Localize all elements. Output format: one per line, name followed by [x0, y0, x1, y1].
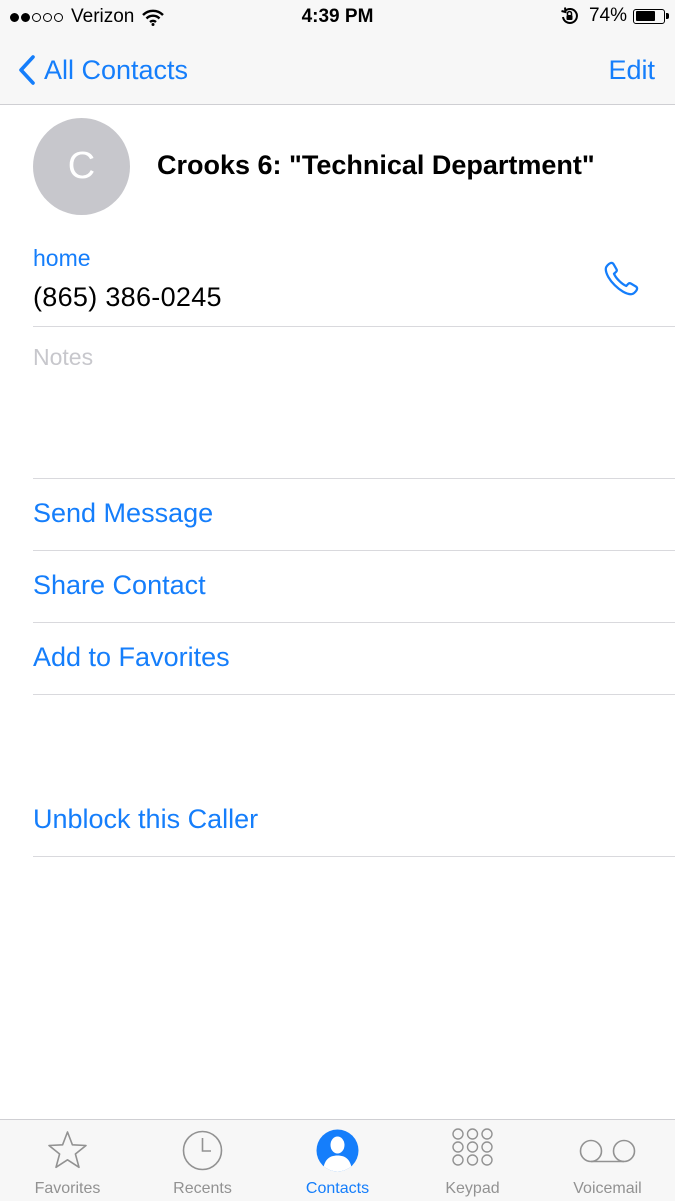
phone-label: home: [33, 245, 91, 271]
divider: [33, 856, 675, 857]
tab-label: Favorites: [34, 1180, 101, 1197]
tab-keypad[interactable]: Keypad: [405, 1120, 540, 1201]
tab-label: Keypad: [445, 1180, 500, 1197]
tab-contacts[interactable]: Contacts: [270, 1120, 405, 1201]
navigation-bar: All Contacts Edit: [0, 36, 675, 105]
voicemail-icon: [579, 1139, 636, 1163]
divider: [33, 622, 675, 623]
battery-percent: 74%: [588, 5, 627, 26]
star-icon: [48, 1131, 87, 1169]
avatar: C: [33, 118, 130, 215]
tab-favorites[interactable]: Favorites: [0, 1120, 135, 1201]
tab-recents[interactable]: Recents: [135, 1120, 270, 1201]
add-to-favorites-button[interactable]: Add to Favorites: [33, 642, 230, 673]
share-contact-button[interactable]: Share Contact: [33, 570, 206, 601]
back-button[interactable]: All Contacts: [18, 36, 188, 104]
rotation-lock-icon: [561, 7, 578, 24]
edit-button[interactable]: Edit: [608, 36, 655, 104]
chevron-left-icon: [19, 55, 35, 85]
divider: [33, 694, 675, 695]
tab-bar: Favorites Recents Contacts Keypad Voicem…: [0, 1119, 675, 1201]
contact-name: Crooks 6: "Technical Department": [157, 150, 595, 180]
clock-icon: [182, 1130, 223, 1171]
divider: [33, 326, 675, 327]
battery-icon: [633, 8, 669, 24]
send-message-button[interactable]: Send Message: [33, 498, 213, 529]
tab-label: Contacts: [305, 1180, 370, 1197]
person-icon: [316, 1129, 359, 1172]
battery-fill: [635, 11, 656, 21]
status-right: 74%: [559, 5, 669, 27]
status-bar: Verizon 4:39 PM 74%: [0, 0, 675, 36]
phone-number[interactable]: (865) 386-0245: [33, 282, 222, 313]
keypad-icon: [452, 1128, 493, 1166]
tab-label: Voicemail: [573, 1180, 642, 1197]
unblock-caller-button[interactable]: Unblock this Caller: [33, 804, 258, 835]
notes-field[interactable]: Notes: [33, 344, 93, 371]
back-button-label: All Contacts: [44, 54, 189, 85]
phone-call-icon[interactable]: [600, 258, 642, 300]
tab-voicemail[interactable]: Voicemail: [540, 1120, 675, 1201]
tab-label: Recents: [173, 1180, 232, 1197]
divider: [33, 478, 675, 479]
divider: [33, 550, 675, 551]
